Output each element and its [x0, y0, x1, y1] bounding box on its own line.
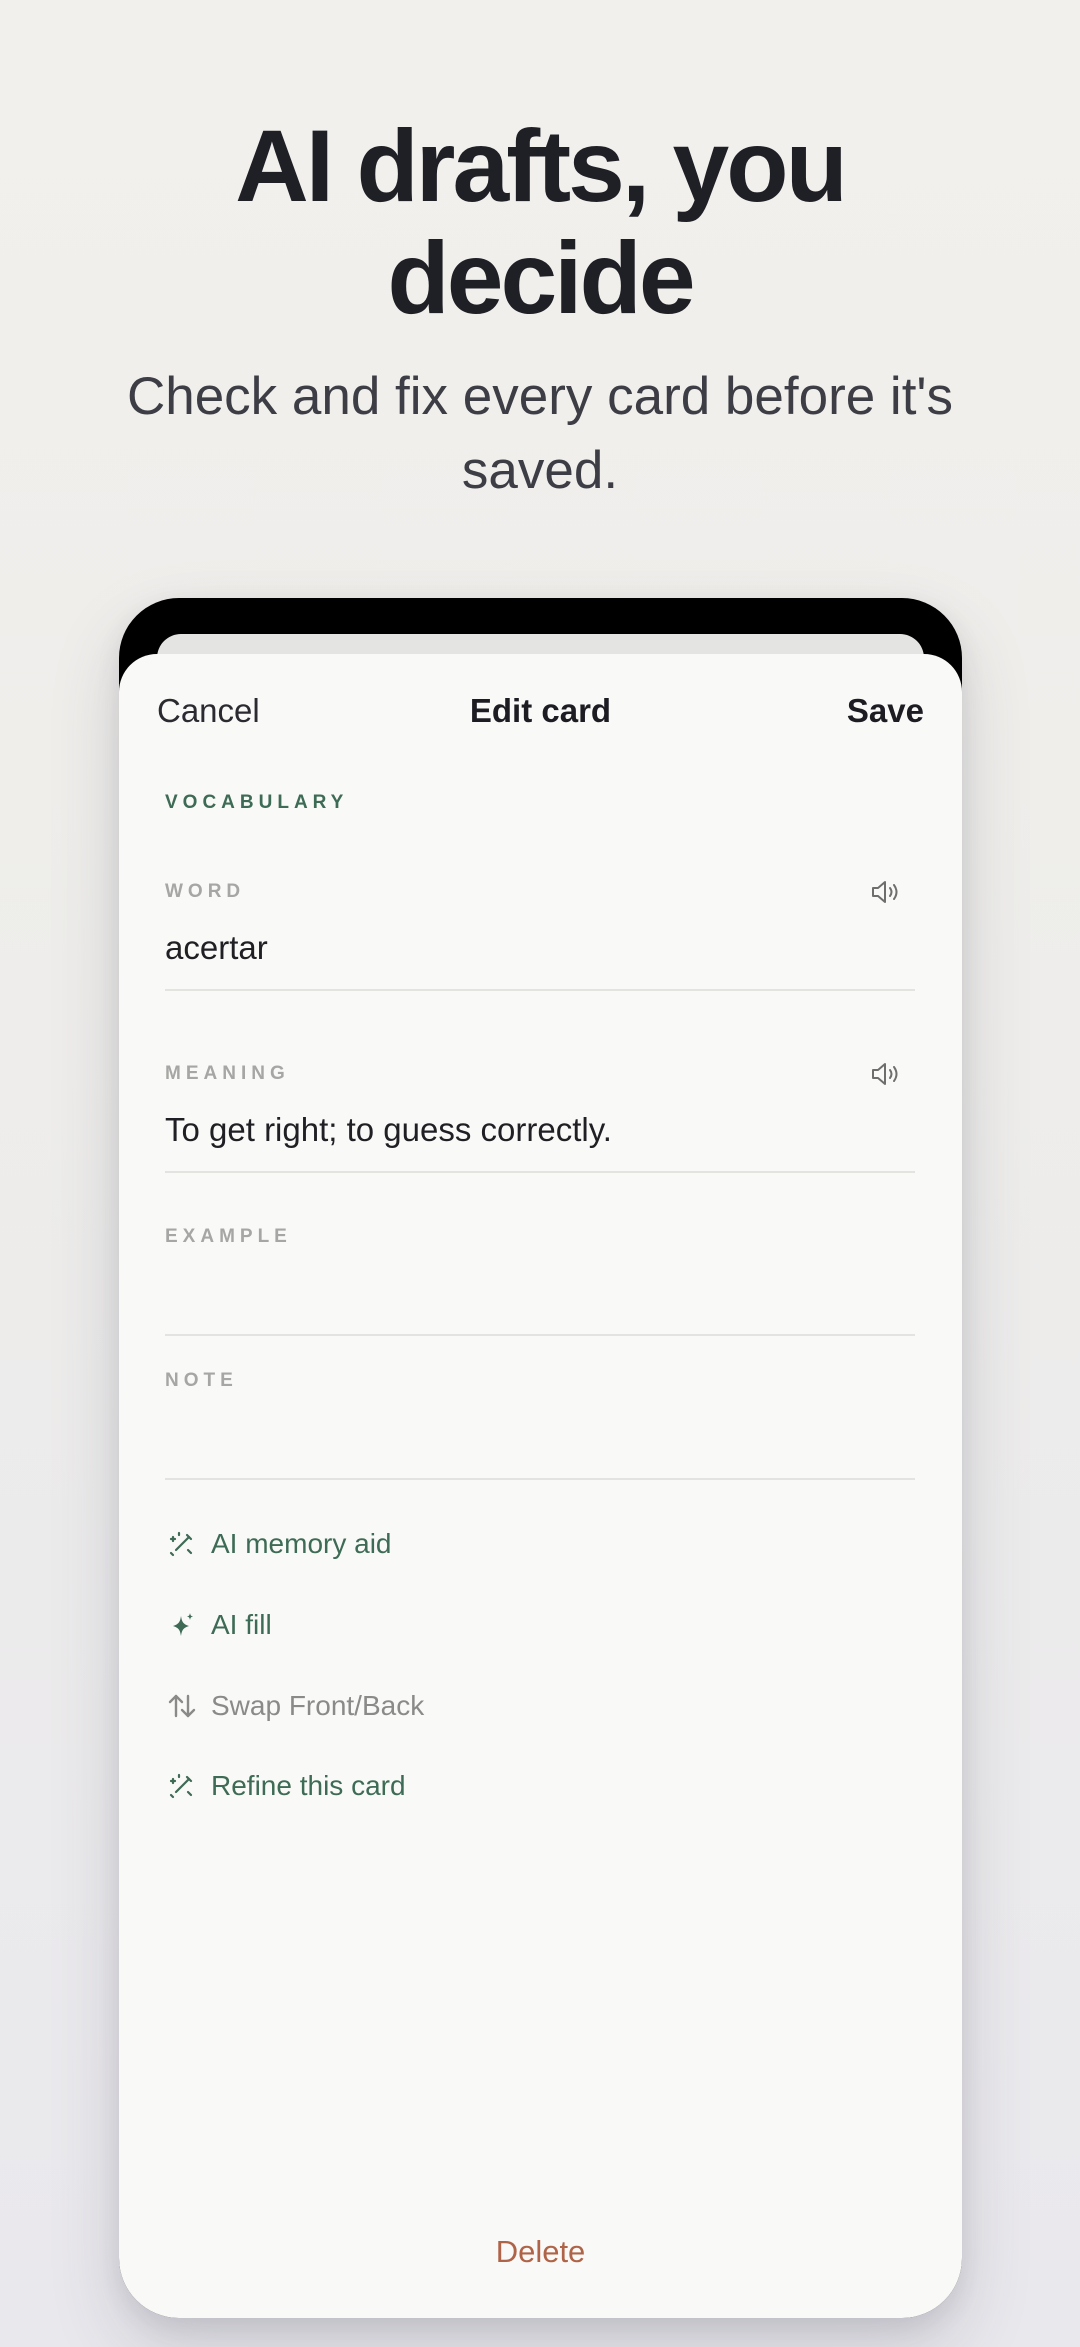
example-field: EXAMPLE — [165, 1226, 915, 1346]
ai-memory-aid-label: AI memory aid — [211, 1528, 392, 1559]
refine-card-button[interactable]: Refine this card — [165, 1764, 406, 1808]
delete-button[interactable]: Delete — [119, 2234, 962, 2270]
meaning-input[interactable]: To get right; to guess correctly. — [165, 1111, 612, 1149]
note-input[interactable] — [165, 1418, 915, 1478]
word-input[interactable]: acertar — [165, 929, 268, 967]
magic-wand-icon — [165, 1769, 199, 1803]
word-label: WORD — [165, 881, 246, 902]
meaning-label: MEANING — [165, 1063, 290, 1084]
hero-subtitle: Check and fix every card before it's sav… — [126, 367, 954, 500]
divider — [165, 1334, 915, 1336]
phone-mockup: Cancel Edit card Save VOCABULARY WORD ac… — [119, 598, 962, 2318]
ai-fill-button[interactable]: AI fill — [165, 1603, 272, 1647]
hero-title: AI drafts, you decide — [235, 109, 848, 335]
navigation-bar: Cancel Edit card Save — [119, 682, 962, 742]
divider — [165, 989, 915, 991]
ai-fill-label: AI fill — [211, 1609, 272, 1640]
note-field: NOTE — [165, 1370, 915, 1490]
divider — [165, 1478, 915, 1480]
save-button[interactable]: Save — [847, 692, 924, 730]
hero-section: AI drafts, you decide Check and fix ever… — [0, 110, 1080, 508]
meaning-field: MEANING To get right; to guess correctly… — [165, 1063, 915, 1203]
ai-memory-aid-button[interactable]: AI memory aid — [165, 1522, 392, 1566]
example-label: EXAMPLE — [165, 1226, 292, 1247]
speaker-icon[interactable] — [867, 875, 901, 909]
word-field: WORD acertar — [165, 881, 915, 1021]
card-type-label: VOCABULARY — [165, 792, 349, 813]
edit-card-sheet: Cancel Edit card Save VOCABULARY WORD ac… — [119, 654, 962, 2318]
magic-wand-icon — [165, 1527, 199, 1561]
speaker-icon[interactable] — [867, 1057, 901, 1091]
page-title: Edit card — [469, 692, 612, 729]
refine-card-label: Refine this card — [211, 1770, 406, 1801]
divider — [165, 1171, 915, 1173]
sparkle-icon — [165, 1608, 199, 1642]
example-input[interactable] — [165, 1274, 915, 1334]
note-label: NOTE — [165, 1370, 238, 1391]
swap-front-back-button[interactable]: Swap Front/Back — [165, 1684, 424, 1728]
swap-front-back-label: Swap Front/Back — [211, 1690, 425, 1721]
swap-arrows-icon — [165, 1689, 199, 1723]
